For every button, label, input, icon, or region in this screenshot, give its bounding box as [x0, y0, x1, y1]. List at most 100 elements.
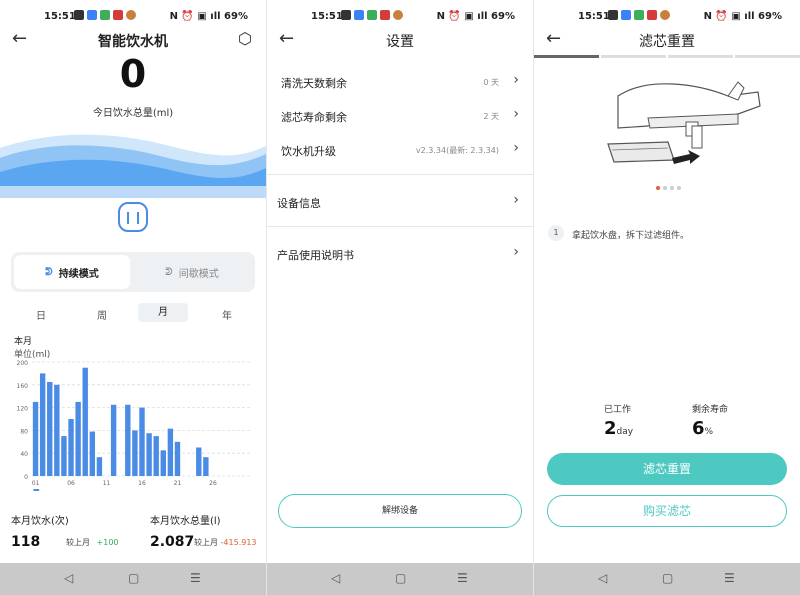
- step-instruction: 拿起饮水盘，拆下过滤组件。: [572, 231, 690, 241]
- status-time: 15:51: [578, 11, 610, 22]
- stat-volume-compare-label: 较上月: [194, 538, 218, 547]
- phone-icon: [621, 10, 631, 20]
- reset-filter-button[interactable]: 滤芯重置: [547, 453, 787, 485]
- mode-intermittent-label: 间歇模式: [178, 268, 219, 280]
- nav-home-icon[interactable]: ▢: [395, 571, 406, 585]
- nav-menu-icon[interactable]: ☰: [724, 571, 735, 585]
- header: ← 智能饮水机 ⬡: [0, 28, 266, 54]
- chart-bar: [174, 441, 181, 476]
- step-progress-segment: [668, 55, 733, 58]
- chart-bar: [125, 404, 131, 476]
- y-tick-label: 160: [17, 383, 29, 390]
- pause-icon: ❙❙: [122, 210, 144, 224]
- stat-count-compare-label: 较上月: [66, 538, 90, 547]
- step-number-badge: 1: [548, 225, 564, 241]
- status-time: 15:51: [311, 11, 343, 22]
- chart-bar: [82, 367, 88, 476]
- buy-filter-button[interactable]: 购买滤芯: [547, 495, 787, 527]
- section-divider: [267, 226, 533, 227]
- chevron-right-icon: ›: [513, 192, 519, 208]
- step-progress-segment: [601, 55, 666, 58]
- chart-bar: [160, 450, 166, 476]
- mode-intermittent-tab[interactable]: ᕲ 间歇模式: [133, 255, 251, 289]
- remaining-unit: %: [704, 427, 714, 437]
- settings-item-clean-days[interactable]: 清洗天数剩余 0 天 ›: [267, 70, 533, 94]
- nav-home-icon[interactable]: ▢: [662, 571, 673, 585]
- worked-readout: 2day: [604, 418, 633, 439]
- wechat-icon: [74, 10, 84, 20]
- chevron-right-icon: ›: [513, 140, 519, 156]
- carousel-dot[interactable]: [677, 186, 681, 190]
- nav-menu-icon[interactable]: ☰: [190, 571, 201, 585]
- status-bar: 15:51 N ⏰ ▣ ıll 69%: [0, 0, 266, 30]
- y-tick-label: 200: [17, 360, 29, 367]
- remaining-value: 6: [692, 418, 705, 439]
- chart-bar: [132, 430, 138, 476]
- stat-volume-compare-value: -415.913: [220, 538, 257, 547]
- settings-item-value: v2.3.34(最新: 2.3.34): [415, 146, 499, 155]
- nav-menu-icon[interactable]: ☰: [457, 571, 468, 585]
- status-bar: 15:51 N ⏰ ▣ ıll 69%: [534, 0, 800, 30]
- total-label: 今日饮水总量(ml): [92, 108, 174, 119]
- settings-item-label: 饮水机升级: [281, 145, 336, 158]
- system-nav-bar: ◁ ▢ ☰: [534, 563, 800, 595]
- carousel-dot[interactable]: [670, 186, 674, 190]
- settings-item-device-info[interactable]: 设备信息 ›: [267, 190, 533, 214]
- chevron-right-icon: ›: [513, 244, 519, 260]
- period-tab-day[interactable]: 日: [36, 307, 46, 322]
- carousel-dot-active[interactable]: [656, 186, 660, 190]
- monthly-bar-chart: 0 40 80 120 160 200 01 06 11 16 21 26: [17, 360, 252, 491]
- chart-bar: [196, 447, 202, 476]
- settings-item-label: 设备信息: [277, 197, 321, 210]
- wechat-icon: [608, 10, 618, 20]
- stat-volume-compare: 较上月 -415.913: [194, 537, 257, 548]
- settings-item-manual[interactable]: 产品使用说明书 ›: [267, 242, 533, 266]
- carousel-dot[interactable]: [663, 186, 667, 190]
- chart-bar: [47, 381, 53, 476]
- period-tab-month[interactable]: 月: [138, 303, 188, 322]
- notification-icons: [341, 10, 403, 20]
- x-tick-label: 26: [209, 480, 217, 487]
- chart-bar: [75, 401, 81, 476]
- nav-back-icon[interactable]: ◁: [598, 571, 607, 585]
- remaining-label: 剩余寿命: [692, 405, 729, 415]
- chart-bar: [139, 407, 145, 476]
- filter-reset-screen: 15:51 N ⏰ ▣ ıll 69% ← 滤芯重置 1 拿起饮水盘，拆下过滤组…: [534, 0, 800, 595]
- stat-count-compare: 较上月 +100: [66, 537, 119, 548]
- system-status: N ⏰ ▣ ıll 69%: [436, 11, 515, 22]
- settings-item-upgrade[interactable]: 饮水机升级 v2.3.34(最新: 2.3.34) ›: [267, 138, 533, 162]
- unbind-device-button[interactable]: 解绑设备: [278, 494, 522, 528]
- settings-item-value: 2 天: [483, 112, 499, 121]
- settings-gear-icon[interactable]: ⬡: [238, 29, 252, 48]
- nav-back-icon[interactable]: ◁: [64, 571, 73, 585]
- x-tick-label: 16: [138, 480, 146, 487]
- step-progress-bar: [534, 55, 800, 58]
- settings-item-filter-life[interactable]: 滤芯寿命剩余 2 天 ›: [267, 104, 533, 128]
- avatar-icon: [660, 10, 670, 20]
- message-icon: [100, 10, 110, 20]
- worked-label: 已工作: [604, 405, 632, 415]
- y-tick-label: 40: [20, 451, 28, 458]
- avatar-icon: [126, 10, 136, 20]
- settings-screen: 15:51 N ⏰ ▣ ıll 69% ← 设置 清洗天数剩余 0 天 › 滤芯…: [267, 0, 533, 595]
- y-tick-label: 120: [17, 406, 29, 413]
- chart-bar: [68, 419, 74, 476]
- mode-continuous-tab[interactable]: ᕲ 持续模式: [14, 255, 130, 289]
- settings-item-label: 滤芯寿命剩余: [281, 111, 347, 124]
- y-tick-label: 80: [20, 428, 28, 435]
- x-tick-label: 21: [174, 480, 182, 487]
- nav-back-icon[interactable]: ◁: [331, 571, 340, 585]
- period-tab-week[interactable]: 周: [97, 307, 107, 322]
- pause-button[interactable]: ❙❙: [118, 202, 148, 232]
- page-title: 滤芯重置: [639, 34, 695, 50]
- water-wave: [0, 134, 266, 198]
- total-value: 0: [119, 52, 147, 96]
- x-tick-label: 01: [32, 480, 40, 487]
- period-tabs: 日 周 月 年: [10, 303, 256, 323]
- period-tab-year[interactable]: 年: [222, 307, 232, 322]
- page-title: 设置: [386, 34, 414, 50]
- app-icon: [380, 10, 390, 20]
- page-title: 智能饮水机: [98, 34, 168, 50]
- nav-home-icon[interactable]: ▢: [128, 571, 139, 585]
- message-icon: [634, 10, 644, 20]
